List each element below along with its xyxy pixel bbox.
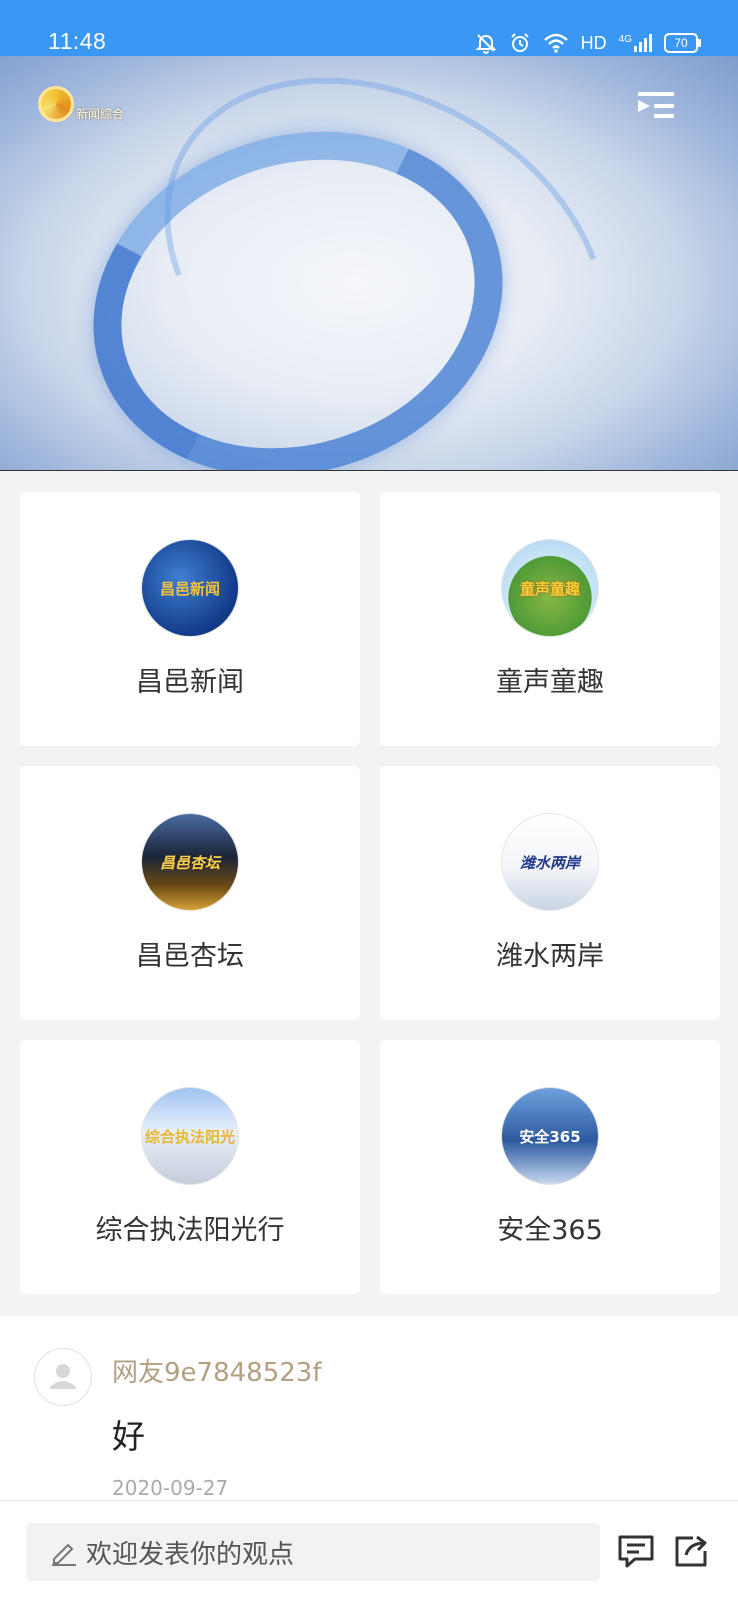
comment-input-placeholder: 欢迎发表你的观点: [86, 1539, 295, 1570]
channel-logo: 新闻综合: [38, 86, 124, 122]
program-card-children-voices[interactable]: 童声童趣 童声童趣: [380, 492, 720, 746]
status-icons: HD 4G 70: [475, 32, 701, 54]
user-icon: [50, 1364, 76, 1389]
program-title: 安全365: [497, 1215, 603, 1246]
hd-indicator: HD: [580, 32, 607, 53]
program-card-changyi-xingtan[interactable]: 昌邑杏坛 昌邑杏坛: [20, 766, 360, 1020]
program-title: 童声童趣: [496, 667, 604, 698]
program-card-weishui-banks[interactable]: 潍水两岸 潍水两岸: [380, 766, 720, 1020]
comment-input[interactable]: 欢迎发表你的观点: [26, 1523, 600, 1581]
avatar[interactable]: [34, 1348, 92, 1406]
comment-list-button[interactable]: [616, 1531, 656, 1571]
channel-logo-mark: [38, 86, 74, 122]
program-card-safety-365[interactable]: 安全365 安全365: [380, 1040, 720, 1294]
alarm-icon: [510, 33, 529, 52]
program-title: 昌邑新闻: [136, 667, 244, 698]
program-thumbnail: 综合执法阳光: [142, 1088, 238, 1184]
pencil-icon: [48, 1537, 78, 1567]
program-card-changyi-news[interactable]: 昌邑新闻 昌邑新闻: [20, 492, 360, 746]
program-card-law-enforcement[interactable]: 综合执法阳光 综合执法阳光行: [20, 1040, 360, 1294]
program-thumbnail: 童声童趣: [502, 540, 598, 636]
share-button[interactable]: [672, 1531, 712, 1571]
clock: 11:48: [48, 28, 107, 54]
comment-content: 好: [112, 1417, 145, 1456]
program-thumbnail: 昌邑杏坛: [142, 814, 238, 910]
comment-icon: [618, 1535, 654, 1568]
channel-logo-text: 新闻综合: [76, 107, 125, 121]
mute-notification-icon: [475, 34, 497, 54]
program-title: 昌邑杏坛: [136, 941, 244, 972]
program-grid: 昌邑新闻 昌邑新闻 童声童趣 童声童趣 昌邑杏坛 昌邑杏坛 潍水两岸 潍水两岸 …: [20, 492, 720, 1294]
share-icon: [675, 1535, 707, 1567]
program-thumbnail: 潍水两岸: [502, 814, 598, 910]
program-thumbnail: 安全365: [502, 1088, 598, 1184]
status-bar: 11:48 HD 4G 70: [0, 0, 738, 56]
video-player[interactable]: 新闻综合: [0, 56, 738, 471]
playlist-icon: [638, 92, 674, 118]
program-thumbnail: 昌邑新闻: [142, 540, 238, 636]
comment-date: 2020-09-27: [112, 1476, 229, 1500]
playlist-button[interactable]: [636, 90, 676, 120]
signal-icon: 4G: [619, 34, 652, 52]
program-title: 综合执法阳光行: [95, 1215, 285, 1246]
program-title: 潍水两岸: [496, 941, 604, 972]
bottom-bar: 欢迎发表你的观点: [0, 1500, 738, 1601]
comment-section: 网友9e7848523f 好 2020-09-27: [0, 1316, 738, 1506]
comment-username[interactable]: 网友9e7848523f: [112, 1352, 322, 1389]
wifi-icon: [543, 33, 568, 53]
battery-icon: 70: [664, 33, 701, 53]
